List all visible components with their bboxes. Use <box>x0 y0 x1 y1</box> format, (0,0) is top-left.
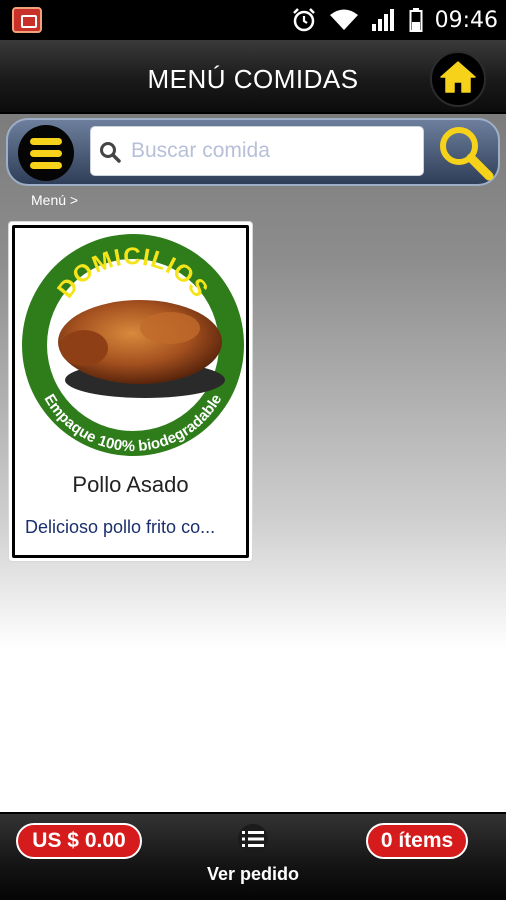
product-image: DOMICILIOS Empaque 100% biodegradable <box>20 232 246 458</box>
search-bar <box>6 118 500 186</box>
search-input[interactable] <box>131 127 421 175</box>
menu-button[interactable] <box>18 125 74 181</box>
signal-icon <box>371 8 397 32</box>
battery-icon <box>409 7 423 33</box>
alarm-clock-icon <box>291 7 317 33</box>
search-button[interactable] <box>436 124 496 182</box>
home-icon <box>439 60 477 99</box>
view-order-label: Ver pedido <box>206 864 300 884</box>
items-count-badge: 0 ítems <box>366 823 468 859</box>
breadcrumb[interactable]: Menú > <box>31 192 78 208</box>
app-header: MENÚ COMIDAS <box>0 40 506 114</box>
list-icon <box>238 824 268 854</box>
product-description: Delicioso pollo frito co... <box>25 517 216 537</box>
hamburger-line <box>30 137 62 145</box>
view-order-button[interactable]: Ver pedido <box>190 820 316 896</box>
clock-time: 09:46 <box>434 7 498 33</box>
home-button[interactable] <box>430 51 486 107</box>
bottom-bar: US $ 0.00 Ver pedido 0 ítems <box>0 812 506 900</box>
status-bar: 09:46 <box>0 0 506 40</box>
magnifier-icon <box>436 127 496 186</box>
app-notification-icon <box>12 7 42 33</box>
hamburger-line <box>30 149 62 157</box>
total-badge: US $ 0.00 <box>16 823 142 859</box>
hamburger-line <box>30 161 62 169</box>
search-field[interactable] <box>90 126 424 176</box>
wifi-icon <box>329 8 359 32</box>
product-name: Pollo Asado <box>72 472 189 497</box>
product-card[interactable]: DOMICILIOS Empaque 100% biodegradable Po… <box>8 221 253 562</box>
search-field-icon <box>99 141 121 168</box>
